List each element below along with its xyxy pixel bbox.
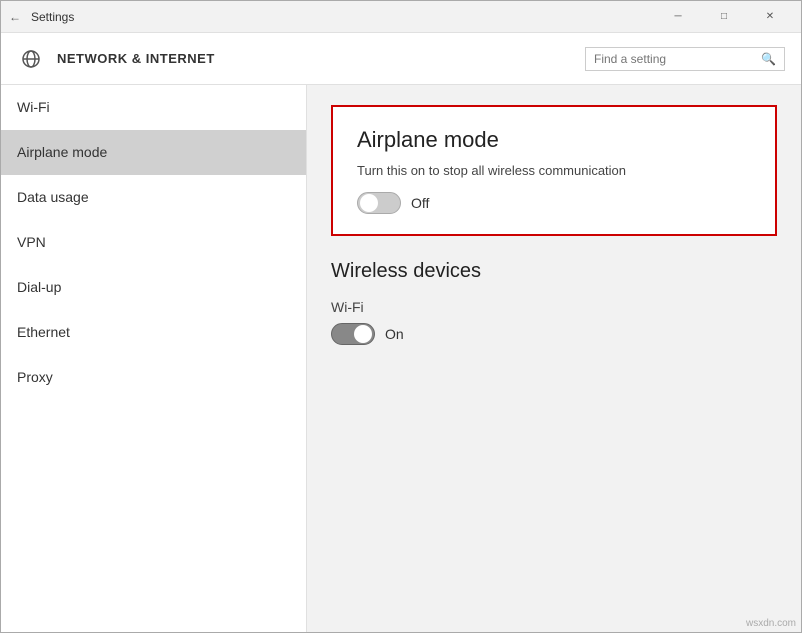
back-button[interactable]: ← xyxy=(9,10,21,24)
wifi-toggle-label: On xyxy=(385,326,404,342)
app-header: NETWORK & INTERNET 🔍 xyxy=(1,33,801,85)
sidebar-item-proxy[interactable]: Proxy xyxy=(1,355,306,400)
wifi-toggle[interactable] xyxy=(331,323,375,345)
wireless-devices-title: Wireless devices xyxy=(331,260,777,283)
wifi-toggle-row: On xyxy=(331,323,777,345)
window-title: Settings xyxy=(31,10,655,24)
main-layout: Wi-Fi Airplane mode Data usage VPN Dial-… xyxy=(1,85,801,632)
network-icon xyxy=(17,45,45,73)
airplane-mode-title: Airplane mode xyxy=(357,127,751,153)
search-icon: 🔍 xyxy=(761,52,776,66)
airplane-mode-card: Airplane mode Turn this on to stop all w… xyxy=(331,105,777,236)
page-title: NETWORK & INTERNET xyxy=(57,51,573,66)
watermark: wsxdn.com xyxy=(746,618,796,629)
airplane-mode-toggle-row: Off xyxy=(357,192,751,214)
search-box[interactable]: 🔍 xyxy=(585,47,785,71)
wifi-label: Wi-Fi xyxy=(331,299,777,315)
content-area: Airplane mode Turn this on to stop all w… xyxy=(307,85,801,632)
sidebar-item-dial-up[interactable]: Dial-up xyxy=(1,265,306,310)
window-controls: ─ □ ✕ xyxy=(655,1,793,33)
sidebar-item-airplane-mode[interactable]: Airplane mode xyxy=(1,130,306,175)
sidebar-item-data-usage[interactable]: Data usage xyxy=(1,175,306,220)
toggle-knob xyxy=(360,194,378,212)
airplane-mode-toggle-label: Off xyxy=(411,195,429,211)
sidebar-item-wifi[interactable]: Wi-Fi xyxy=(1,85,306,130)
sidebar-item-vpn[interactable]: VPN xyxy=(1,220,306,265)
wifi-toggle-knob xyxy=(354,325,372,343)
wireless-devices-section: Wireless devices Wi-Fi On xyxy=(331,260,777,345)
sidebar-item-ethernet[interactable]: Ethernet xyxy=(1,310,306,355)
wifi-section: Wi-Fi On xyxy=(331,299,777,345)
minimize-button[interactable]: ─ xyxy=(655,1,701,33)
sidebar: Wi-Fi Airplane mode Data usage VPN Dial-… xyxy=(1,85,307,632)
close-button[interactable]: ✕ xyxy=(747,1,793,33)
titlebar: ← Settings ─ □ ✕ xyxy=(1,1,801,33)
search-input[interactable] xyxy=(594,52,755,66)
maximize-button[interactable]: □ xyxy=(701,1,747,33)
airplane-mode-toggle[interactable] xyxy=(357,192,401,214)
airplane-mode-description: Turn this on to stop all wireless commun… xyxy=(357,163,751,178)
